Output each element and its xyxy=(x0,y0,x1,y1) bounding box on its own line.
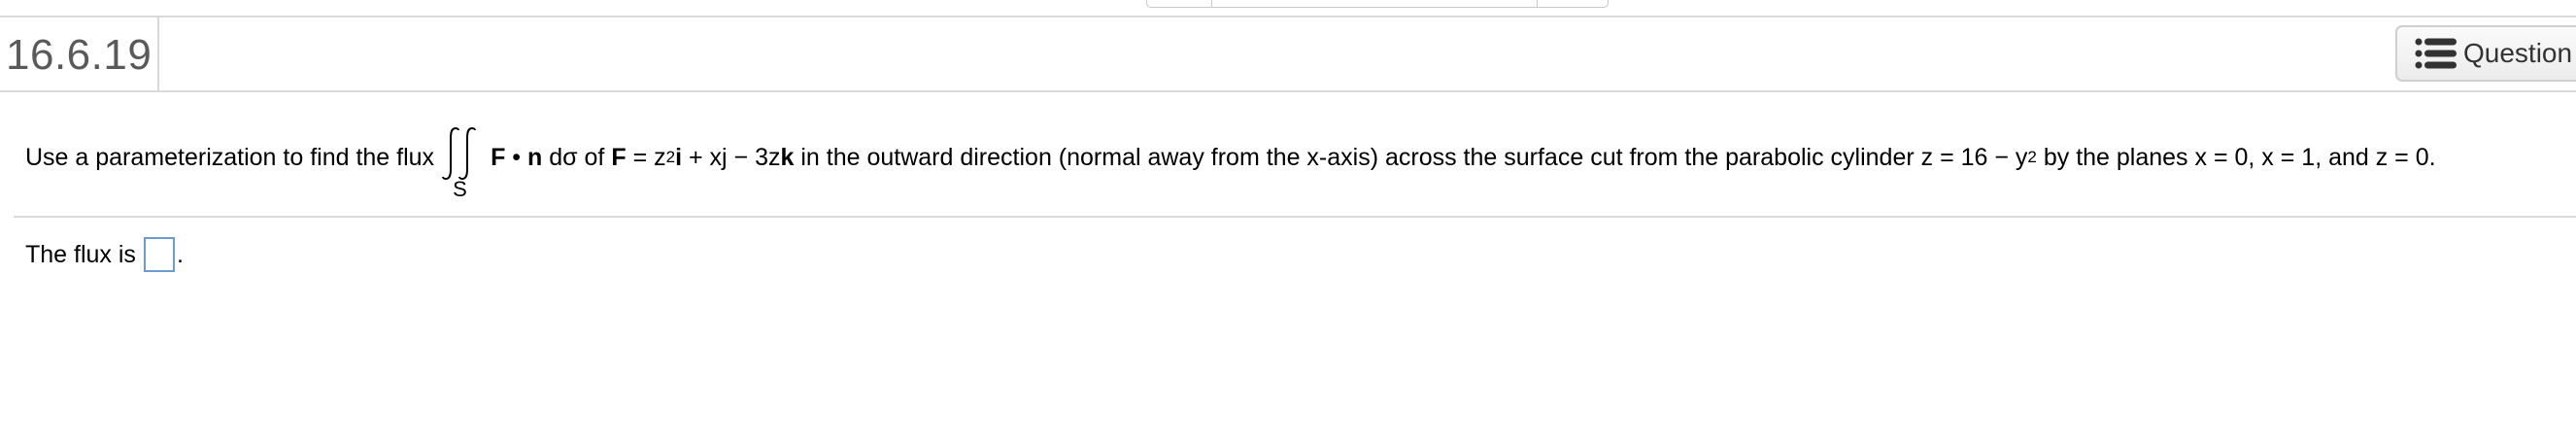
list-icon xyxy=(2415,38,2457,69)
integral-subscript: S xyxy=(453,177,467,201)
top-toolbar-tab xyxy=(1146,0,1609,8)
problem-tail: by the planes x = 0, x = 1, and z = 0. xyxy=(2043,143,2436,171)
question-help-button[interactable]: Question xyxy=(2395,25,2576,82)
problem-statement: Use a parameterization to find the flux … xyxy=(25,127,2436,201)
question-number: 16.6.19 xyxy=(6,31,153,79)
top-tab-segment[interactable] xyxy=(1147,0,1212,7)
header-bottom-divider xyxy=(0,90,2576,92)
question-help-label: Question xyxy=(2463,38,2573,68)
surface-integral: S xyxy=(440,127,489,201)
answer-suffix: . xyxy=(176,240,184,268)
normal-vector-symbol: n xyxy=(527,143,543,171)
vector-field-symbol-2: F xyxy=(611,143,627,171)
answer-row: The flux is . xyxy=(25,237,184,272)
dot-operator: • xyxy=(512,143,522,171)
problem-divider xyxy=(14,216,2576,218)
problem-description: in the outward direction (normal away fr… xyxy=(800,143,2028,171)
top-tab-segment[interactable] xyxy=(1212,0,1538,7)
field-eq-z: = z xyxy=(632,143,666,171)
header-divider xyxy=(157,17,159,91)
problem-lead-text: Use a parameterization to find the flux xyxy=(25,143,435,171)
answer-prefix: The flux is xyxy=(25,240,136,268)
flux-answer-input[interactable] xyxy=(143,237,175,272)
vector-field-symbol: F xyxy=(491,143,506,171)
double-integral-icon xyxy=(442,127,477,180)
unit-vector-k: k xyxy=(780,143,795,171)
question-header: 16.6.19 Question xyxy=(0,17,2576,91)
field-rest: + xj − 3z xyxy=(689,143,781,171)
unit-vector-i: i xyxy=(675,143,683,171)
top-tab-segment[interactable] xyxy=(1538,0,1608,7)
d-sigma-text: dσ of xyxy=(549,143,605,171)
